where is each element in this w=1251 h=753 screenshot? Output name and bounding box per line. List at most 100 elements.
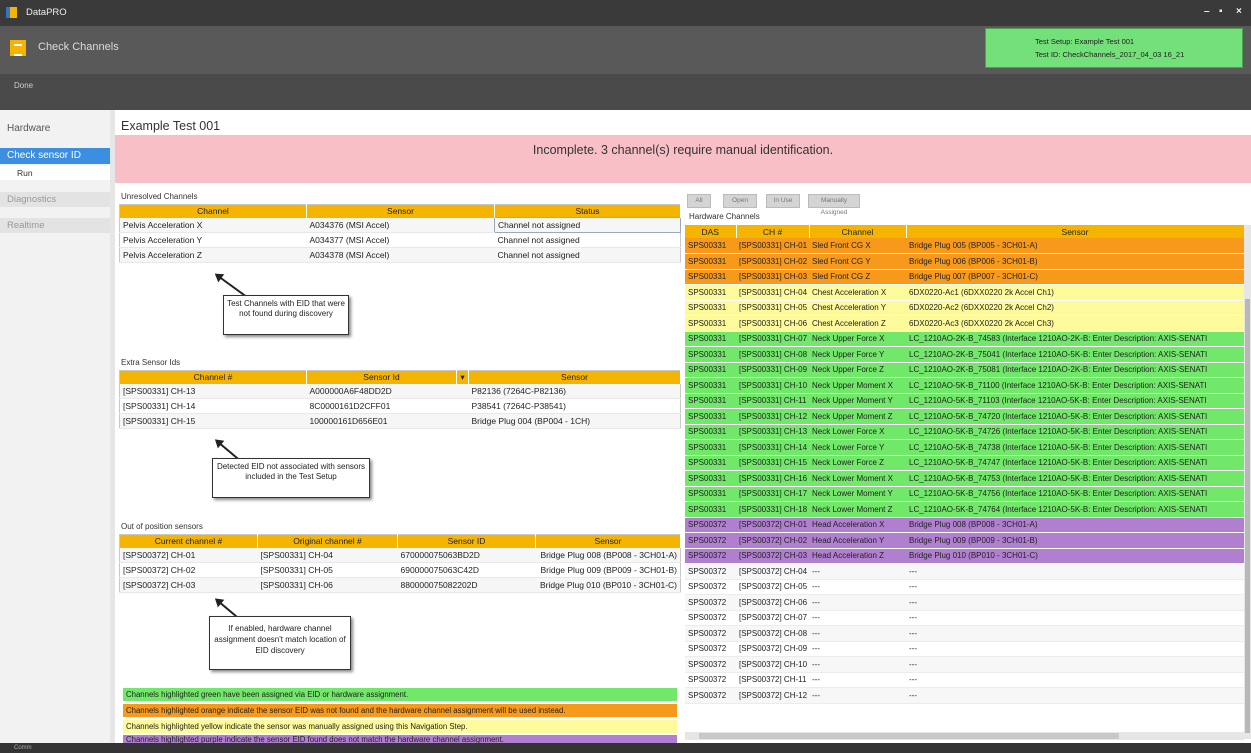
hardware-row[interactable]: SPS00372 [SPS00372] CH-07 --- --- — [685, 610, 1244, 626]
close-button[interactable]: × — [1236, 6, 1242, 17]
filter-all-button[interactable]: All — [687, 194, 711, 208]
hardware-row[interactable]: SPS00331 [SPS00331] CH-16 Neck Lower Momen… — [685, 470, 1244, 487]
table-row[interactable]: [SPS00372] CH-02 [SPS00331] CH-05 690000… — [119, 562, 681, 578]
hardware-row[interactable]: SPS00331 [SPS00331] CH-02 Sled Front CG YB… — [685, 253, 1244, 270]
hardware-row[interactable]: SPS00372 [SPS00372] CH-08 --- --- — [685, 625, 1244, 642]
table-row[interactable]: Pelvis Acceleration Y A034377 (MSI Accel… — [119, 232, 681, 248]
page-title: Check Channels — [38, 41, 119, 53]
nav-diagnostics[interactable]: Diagnostics — [0, 192, 110, 207]
cell: LC_1210AO-2K-B_75081 (Interface 1210AO-2… — [906, 362, 1244, 378]
table-row[interactable]: [SPS00331] CH-13 A000000A6F48DD2D P82136… — [119, 383, 681, 399]
column-header[interactable]: Sensor — [306, 204, 495, 218]
filter-icon[interactable]: ▾ — [456, 370, 469, 384]
hardware-row[interactable]: SPS00331 [SPS00331] CH-17 Neck Lower Momen… — [685, 486, 1244, 502]
hardware-row[interactable]: SPS00372 [SPS00372] CH-03 Head Acceleratio… — [685, 548, 1244, 564]
maximize-button[interactable]: ▪ — [1219, 6, 1223, 17]
hardware-row[interactable]: SPS00331 [SPS00331] CH-06 Chest Accelerati… — [685, 315, 1244, 332]
hardware-row[interactable]: SPS00331 [SPS00331] CH-10 Neck Upper Momen… — [685, 377, 1244, 394]
table-row[interactable]: [SPS00372] CH-01 [SPS00331] CH-04 670000… — [119, 547, 681, 563]
column-header[interactable]: Sensor — [535, 534, 681, 548]
cell: --- — [906, 672, 1244, 688]
hardware-row[interactable]: SPS00372 [SPS00372] CH-01 Head Acceleratio… — [685, 517, 1244, 533]
cell: [SPS00331] CH-13 — [736, 424, 809, 440]
cell: --- — [809, 579, 906, 595]
column-header[interactable]: Channel — [809, 225, 907, 238]
app-logo-icon — [6, 7, 17, 18]
cell: [SPS00331] CH-17 — [736, 486, 809, 502]
table-row[interactable]: Pelvis Acceleration X A034376 (MSI Accel… — [119, 217, 681, 233]
cell: LC_1210AO-5K-B_71103 (Interface 1210AO-5… — [906, 393, 1244, 409]
hardware-row[interactable]: SPS00372 [SPS00372] CH-04 --- --- — [685, 563, 1244, 580]
hardware-row[interactable]: SPS00331 [SPS00331] CH-07 Neck Upper Force… — [685, 331, 1244, 347]
column-header[interactable]: Sensor ID — [397, 534, 536, 548]
hardware-row[interactable]: SPS00331 [SPS00331] CH-15 Neck Lower Force… — [685, 455, 1244, 471]
cell: A034376 (MSI Accel) — [306, 217, 495, 233]
status-dropdown[interactable]: Channel not assigned — [494, 247, 681, 263]
column-header[interactable]: Sensor — [468, 370, 681, 384]
column-header[interactable]: Current channel # — [119, 534, 258, 548]
done-button[interactable]: Done — [14, 81, 33, 90]
hardware-row[interactable]: SPS00372 [SPS00372] CH-11 --- --- — [685, 672, 1244, 688]
status-dropdown[interactable]: Channel not assigned — [494, 217, 681, 233]
hardware-row[interactable]: SPS00331 [SPS00331] CH-13 Neck Lower Force… — [685, 424, 1244, 440]
cell: SPS00331 — [685, 269, 736, 285]
column-header[interactable]: DAS — [685, 225, 737, 238]
cell: [SPS00331] CH-10 — [736, 377, 809, 394]
cell: SPS00331 — [685, 315, 736, 332]
hardware-row[interactable]: SPS00372 [SPS00372] CH-12 --- --- — [685, 687, 1244, 704]
hardware-row[interactable]: SPS00331 [SPS00331] CH-11 Neck Upper Momen… — [685, 393, 1244, 409]
table-row[interactable]: [SPS00372] CH-03 [SPS00331] CH-06 880000… — [119, 577, 681, 593]
table-header: Channel Sensor Status — [119, 204, 681, 218]
cell: --- — [809, 672, 906, 688]
column-header[interactable]: CH # — [736, 225, 810, 238]
cell: 6DX0220-Ac1 (6DXX0220 2k Accel Ch1) — [906, 284, 1244, 301]
cell: SPS00372 — [685, 517, 736, 533]
cell: SPS00331 — [685, 331, 736, 347]
cell: LC_1210AO-5K-B_74747 (Interface 1210AO-5… — [906, 455, 1244, 471]
cell: SPS00372 — [685, 548, 736, 564]
hardware-row[interactable]: SPS00331 [SPS00331] CH-12 Neck Upper Momen… — [685, 408, 1244, 425]
cell: Bridge Plug 008 (BP008 - 3CH01-A) — [906, 517, 1244, 533]
nav-check-sensor-id[interactable]: Check sensor ID — [0, 148, 110, 164]
column-header[interactable]: Sensor Id — [306, 370, 457, 384]
nav-realtime[interactable]: Realtime — [0, 218, 110, 233]
scrollbar-thumb[interactable] — [1245, 299, 1250, 733]
hardware-row[interactable]: SPS00372 [SPS00372] CH-05 --- --- — [685, 579, 1244, 595]
hardware-horizontal-scrollbar[interactable] — [685, 732, 1244, 740]
column-header[interactable]: Channel # — [119, 370, 307, 384]
hardware-row[interactable]: SPS00372 [SPS00372] CH-09 --- --- — [685, 641, 1244, 657]
filter-open-button[interactable]: Open — [723, 194, 757, 208]
column-header[interactable]: Channel — [119, 204, 307, 218]
cell: SPS00331 — [685, 253, 736, 270]
cell: Neck Lower Force X — [809, 424, 906, 440]
hardware-row[interactable]: SPS00331 [SPS00331] CH-03 Sled Front CG ZB… — [685, 269, 1244, 285]
minimize-button[interactable]: – — [1204, 6, 1210, 17]
hardware-row[interactable]: SPS00331 [SPS00331] CH-05 Chest Accelerati… — [685, 300, 1244, 316]
hardware-row[interactable]: SPS00331 [SPS00331] CH-14 Neck Lower Force… — [685, 439, 1244, 456]
cell: --- — [809, 594, 906, 611]
column-header[interactable]: Original channel # — [257, 534, 398, 548]
scrollbar-thumb[interactable] — [699, 733, 1119, 739]
table-row[interactable]: [SPS00331] CH-15 100000161D656E01 Bridge… — [119, 413, 681, 429]
cell: Sled Front CG Y — [809, 253, 906, 270]
hardware-row[interactable]: SPS00331 [SPS00331] CH-04 Chest Accelerati… — [685, 284, 1244, 301]
hardware-row[interactable]: SPS00372 [SPS00372] CH-02 Head Acceleratio… — [685, 532, 1244, 549]
hardware-row[interactable]: SPS00331 [SPS00331] CH-08 Neck Upper Force… — [685, 346, 1244, 363]
filter-in-use-button[interactable]: In Use — [766, 194, 800, 208]
hardware-row[interactable]: SPS00331 [SPS00331] CH-09 Neck Upper Force… — [685, 362, 1244, 378]
cell: Bridge Plug 009 (BP009 - 3CH01-B) — [906, 532, 1244, 549]
table-row[interactable]: [SPS00331] CH-14 8C0000161D2CFF01 P38541… — [119, 398, 681, 414]
nav-hardware[interactable]: Hardware — [0, 123, 110, 134]
column-header[interactable]: Status — [494, 204, 681, 218]
hardware-row[interactable]: SPS00372 [SPS00372] CH-06 --- --- — [685, 594, 1244, 611]
nav-run[interactable]: Run — [0, 166, 110, 180]
filter-manually-assigned-button[interactable]: Manually Assigned — [808, 194, 860, 216]
hardware-row[interactable]: SPS00372 [SPS00372] CH-10 --- --- — [685, 656, 1244, 673]
hardware-row[interactable]: SPS00331 [SPS00331] CH-18 Neck Lower Momen… — [685, 501, 1244, 518]
column-header[interactable]: Sensor — [906, 225, 1245, 238]
hardware-vertical-scrollbar[interactable] — [1244, 225, 1251, 739]
cell: Sled Front CG X — [809, 238, 906, 254]
table-row[interactable]: Pelvis Acceleration Z A034378 (MSI Accel… — [119, 247, 681, 263]
status-dropdown[interactable]: Channel not assigned — [494, 232, 681, 248]
hardware-row[interactable]: SPS00331 [SPS00331] CH-01 Sled Front CG XB… — [685, 238, 1244, 254]
